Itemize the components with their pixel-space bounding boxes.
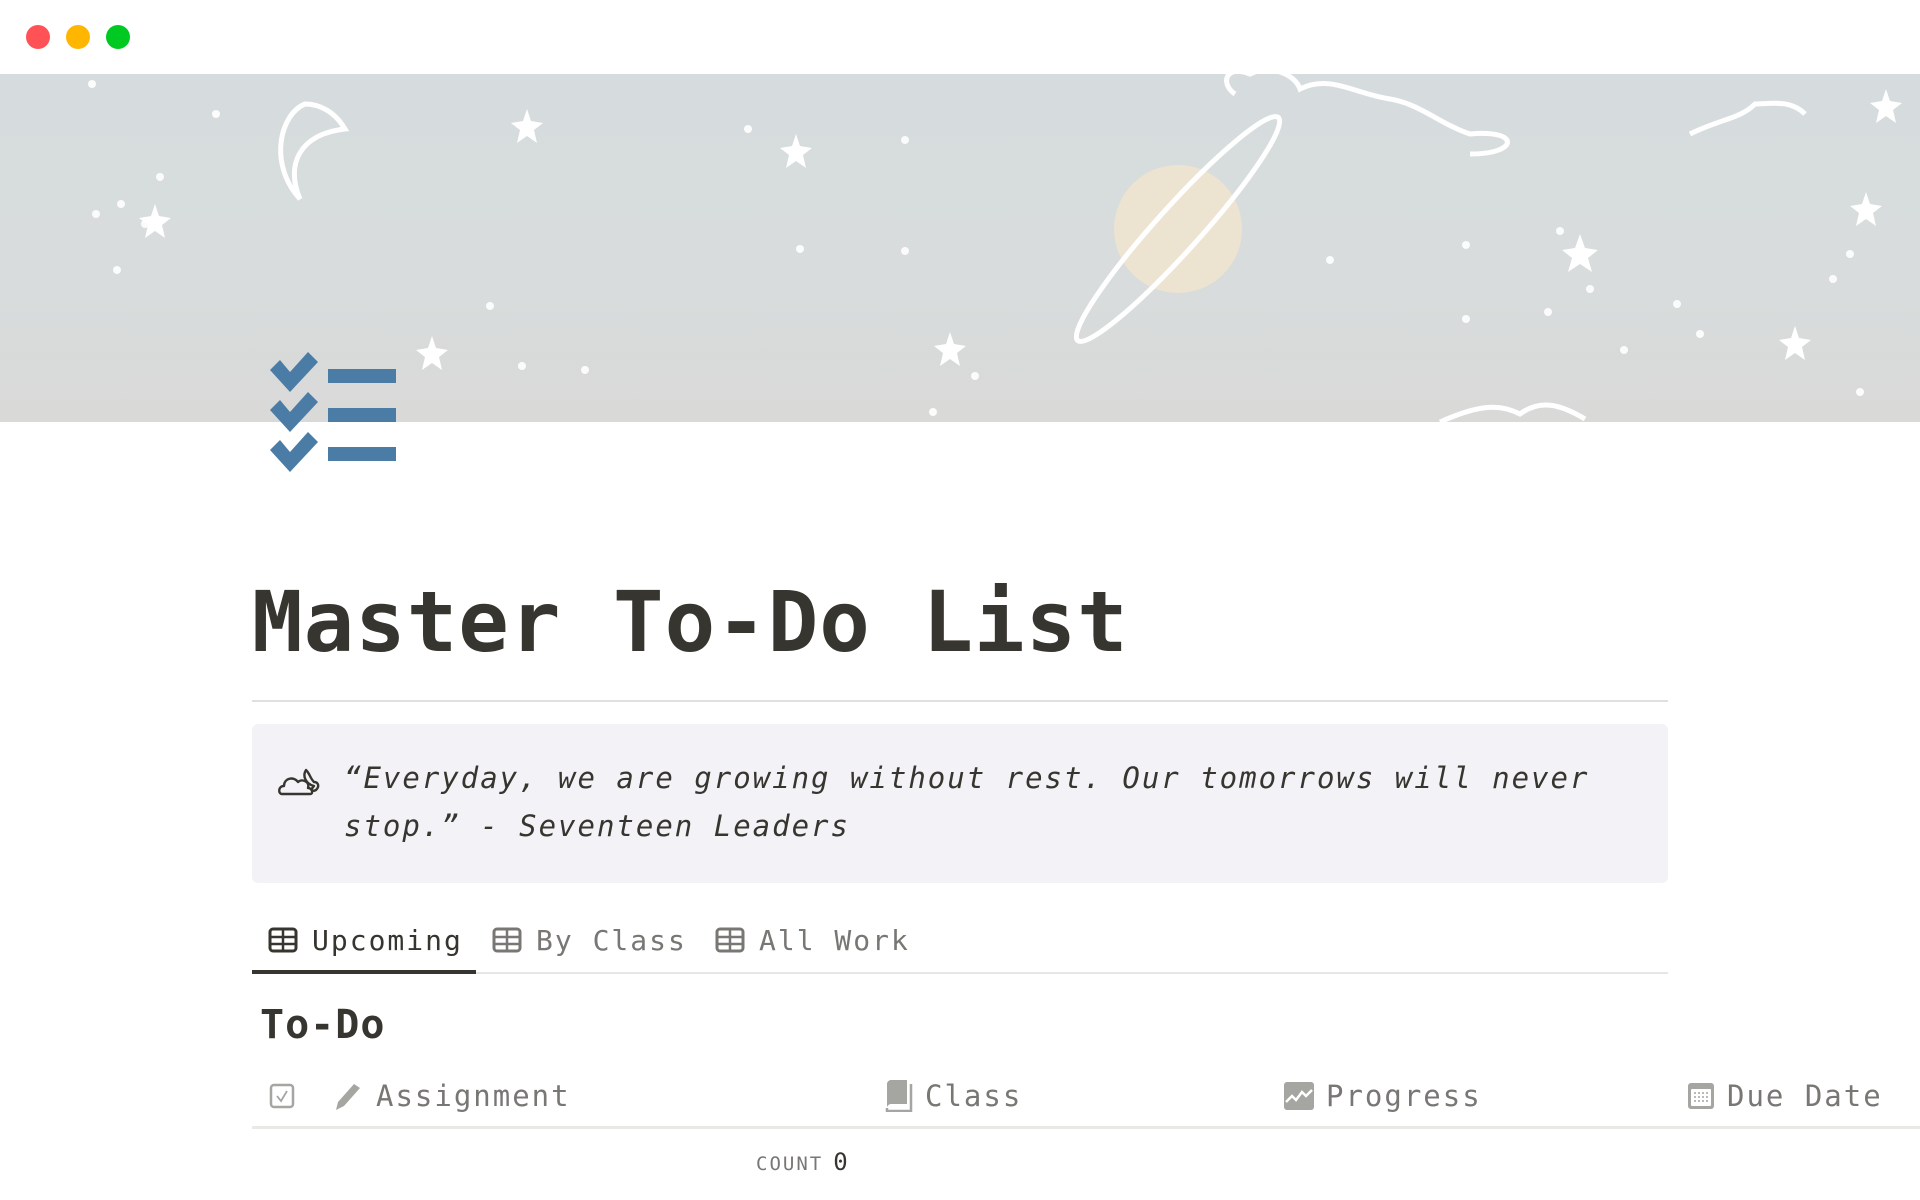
column-header-assignment[interactable]: Assignment [332,1074,571,1118]
window-titlebar [0,0,1920,74]
table-icon [492,927,522,953]
active-tab-indicator [252,970,476,974]
checklist-icon[interactable] [266,352,398,474]
table-header-divider [252,1126,1920,1129]
count-value: 0 [833,1148,848,1176]
database-title[interactable]: To-Do [260,998,385,1052]
column-header-class[interactable]: Class [885,1074,1022,1118]
close-window-button[interactable] [26,25,50,49]
count-label: COUNT [756,1153,824,1175]
quote-text[interactable]: “Everyday, we are growing without rest. … [344,754,1634,850]
tab-by-class[interactable]: By Class [492,908,687,972]
column-header-done[interactable] [268,1074,308,1118]
tab-upcoming[interactable]: Upcoming [268,908,463,972]
column-header-due-date[interactable]: Due Date [1687,1074,1883,1118]
tab-label: Upcoming [312,923,463,957]
tab-all-work[interactable]: All Work [715,908,910,972]
column-label: Assignment [376,1079,571,1113]
count-summary[interactable]: COUNT 0 [756,1148,848,1176]
column-label: Progress [1326,1079,1482,1113]
minimize-window-button[interactable] [66,25,90,49]
column-label: Class [925,1079,1023,1113]
table-header: Assignment Class Progress Due Date [252,1068,1920,1128]
column-label: Due Date [1727,1079,1883,1113]
maximize-window-button[interactable] [106,25,130,49]
calendar-icon [1688,1083,1714,1109]
tab-label: By Class [536,923,687,957]
pencil-icon [336,1084,360,1110]
tab-label: All Work [759,923,910,957]
quote-callout[interactable]: “Everyday, we are growing without rest. … [252,724,1668,883]
page-title[interactable]: Master To-Do List [252,574,1129,670]
view-tabs: Upcoming By Class All Work [252,908,1668,974]
chart-icon [1284,1082,1314,1110]
book-icon [885,1080,913,1112]
checkbox-icon [269,1083,295,1109]
cloud-moon-icon[interactable] [276,762,322,802]
column-header-progress[interactable]: Progress [1284,1074,1482,1118]
table-icon [268,927,298,953]
table-icon [715,927,745,953]
divider [252,700,1668,702]
